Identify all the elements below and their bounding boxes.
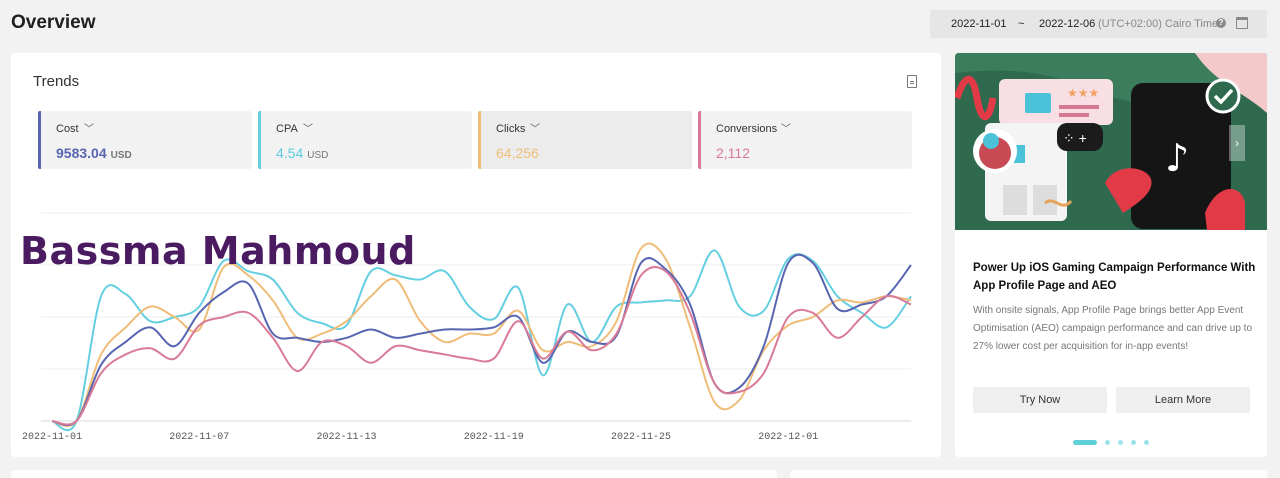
metric-value: 9583.04 USD [56,145,132,161]
chevron-down-icon[interactable]: ﹀ [781,120,791,135]
metric-value: 2,112 [716,145,750,161]
page-title: Overview [11,12,96,33]
trends-title: Trends [33,73,80,90]
metric-value: 4.54 USD [276,145,329,161]
metric-label: Clicks [496,123,526,135]
metric-color-bar [478,111,481,169]
promo-description: With onsite signals, App Profile Page br… [973,305,1253,352]
metric-color-bar [698,111,701,169]
x-tick-label: 2022-11-01 [22,432,82,443]
metric-label: CPA [276,123,298,135]
metric-conversions[interactable]: Conversions ﹀ 2,112 [698,111,912,169]
date-start[interactable]: 2022-11-01 [951,18,1006,30]
svg-text:⁘ +: ⁘ + [1063,130,1087,146]
timezone-label: (UTC+02:00) Cairo Time [1098,18,1219,30]
carousel-dot[interactable] [1131,440,1136,445]
x-tick-label: 2022-11-07 [169,432,229,443]
bottom-card-right [790,470,1267,478]
check-icon [1205,78,1241,114]
metric-cpa[interactable]: CPA ﹀ 4.54 USD [258,111,472,169]
chevron-down-icon[interactable]: ﹀ [84,120,94,135]
try-now-button[interactable]: Try Now [973,387,1107,413]
chevron-down-icon[interactable]: ﹀ [303,120,313,135]
metric-color-bar [38,111,41,169]
promo-card: ★★★ ⁘ + ♪ › Power Up iOS Gaming Campaign… [955,53,1267,457]
metric-value: 64,256 [496,145,539,161]
calendar-icon[interactable] [1236,17,1248,29]
metric-label: Cost [56,123,79,135]
x-tick-label: 2022-11-19 [464,432,524,443]
trends-card: Trends Cost ﹀ 9583.04 USD CPA ﹀ 4.54 USD C… [11,53,941,457]
carousel-dot[interactable] [1118,440,1123,445]
metric-label: Conversions [716,123,778,135]
date-separator: ~ [1018,18,1025,30]
promo-illustration[interactable]: ★★★ ⁘ + ♪ [955,53,1267,230]
tiktok-icon: ♪ [1165,136,1189,180]
x-tick-label: 2022-11-13 [317,432,377,443]
learn-more-button[interactable]: Learn More [1116,387,1250,413]
star-icon: ★★★ [1067,86,1099,100]
carousel-dot[interactable] [1105,440,1110,445]
help-icon[interactable]: ? [1216,18,1226,28]
series-line-2[interactable] [51,253,912,427]
date-range-picker[interactable]: 2022-11-01 ~ 2022-12-06 (UTC+02:00) Cair… [930,10,1267,38]
x-tick-label: 2022-12-01 [758,432,818,443]
carousel-dot[interactable] [1144,440,1149,445]
series-line-3[interactable] [51,266,912,426]
x-tick-label: 2022-11-25 [611,432,671,443]
carousel-dot[interactable] [1073,440,1097,445]
export-icon[interactable] [907,75,917,88]
date-end[interactable]: 2022-12-06 [1039,18,1095,30]
metric-cost[interactable]: Cost ﹀ 9583.04 USD [38,111,252,169]
chevron-down-icon[interactable]: ﹀ [530,120,540,135]
bottom-card-left [11,470,777,478]
carousel-next-icon[interactable]: › [1229,125,1245,161]
watermark-text: Bassma Mahmoud [20,229,416,273]
top-bar: Overview 2022-11-01 ~ 2022-12-06 (UTC+02… [0,0,1280,44]
promo-title: Power Up iOS Gaming Campaign Performance… [973,262,1256,292]
metric-clicks[interactable]: Clicks ﹀ 64,256 [478,111,692,169]
metric-color-bar [258,111,261,169]
